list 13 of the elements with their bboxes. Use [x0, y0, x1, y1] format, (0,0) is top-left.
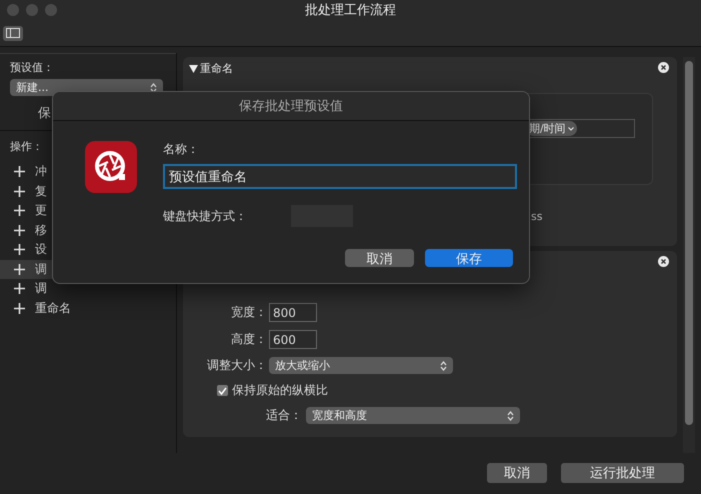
checkbox-label: 保持原始的纵横比 — [232, 382, 328, 399]
window-title: 批处理工作流程 — [305, 2, 396, 19]
shortcut-label: 键盘快捷方式： — [163, 208, 248, 224]
width-label: 宽度： — [230, 304, 268, 321]
height-label: 高度： — [230, 331, 268, 348]
resize-label: 调整大小： — [206, 357, 268, 374]
name-label: 名称： — [163, 141, 200, 158]
actions-label: 操作： — [10, 139, 43, 154]
example-text: ss — [531, 210, 542, 223]
preset-label: 预设值： — [10, 60, 55, 75]
dialog-title: 保存批处理预设值 — [239, 98, 343, 115]
panel-title: 重命名 — [200, 61, 233, 76]
fit-label: 适合： — [266, 407, 302, 424]
